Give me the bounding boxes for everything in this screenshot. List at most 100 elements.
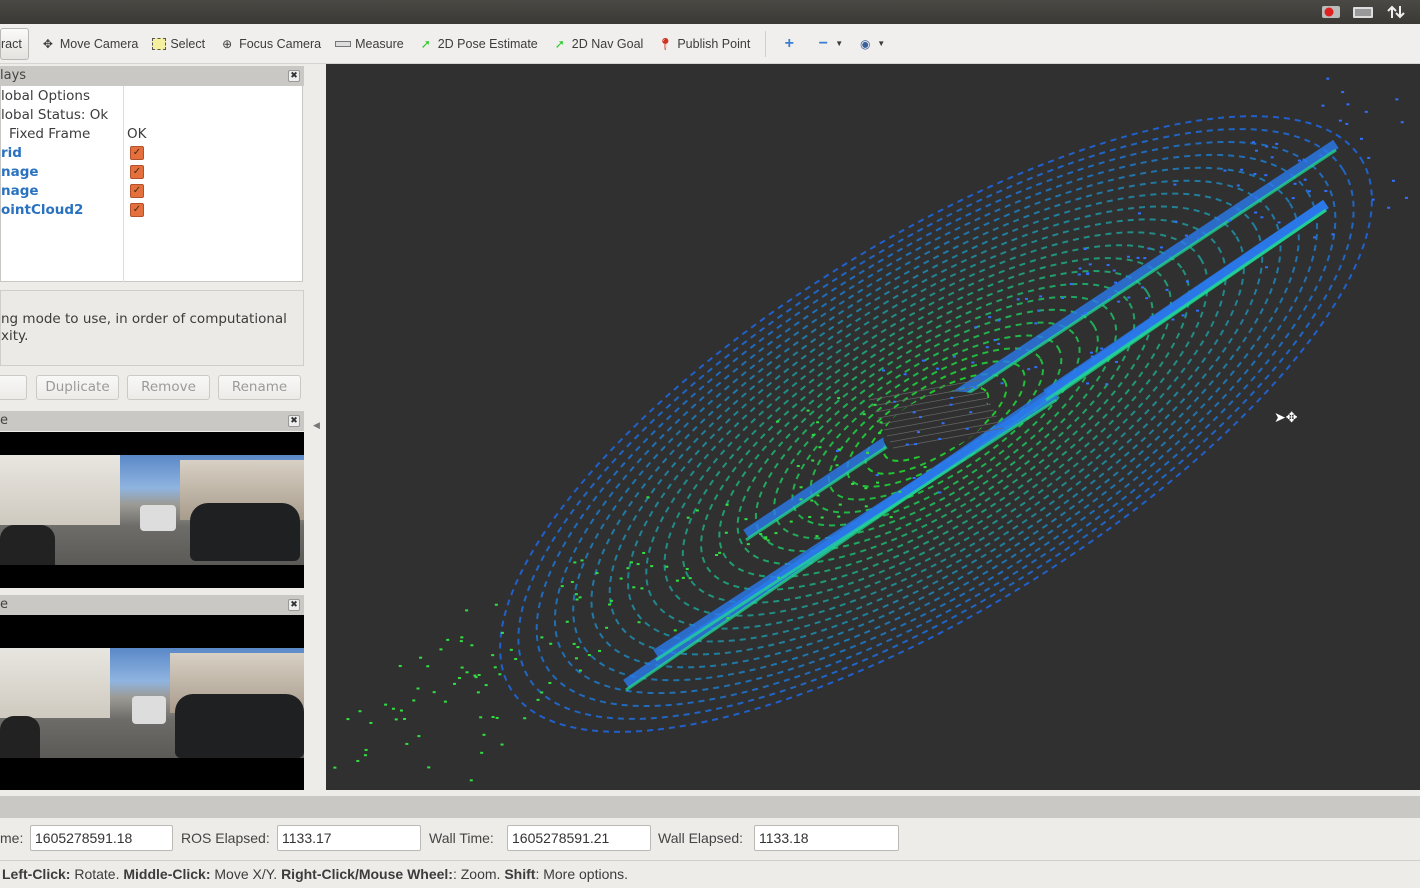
tree-item-fixed-frame[interactable]: Fixed Frame OK bbox=[9, 125, 309, 144]
tool-measure[interactable]: Measure bbox=[328, 28, 411, 60]
cloud-point bbox=[1404, 196, 1408, 199]
eye-icon: ◉ bbox=[859, 36, 871, 51]
add-tool-button[interactable]: + bbox=[774, 28, 808, 60]
wall-elapsed-field[interactable]: 1133.18 bbox=[754, 825, 899, 851]
cloud-point bbox=[1121, 343, 1125, 346]
cloud-point bbox=[1321, 104, 1325, 107]
network-arrows-icon[interactable] bbox=[1386, 4, 1408, 20]
checkbox[interactable]: ✓ bbox=[130, 184, 144, 198]
ros-elapsed-field[interactable]: 1133.17 bbox=[277, 825, 421, 851]
cloud-point bbox=[1149, 316, 1153, 319]
tree-label: nage bbox=[1, 164, 39, 180]
tree-item-grid[interactable]: rid bbox=[1, 144, 22, 163]
cloud-point bbox=[923, 466, 927, 469]
checkbox[interactable]: ✓ bbox=[130, 146, 144, 160]
duplicate-button[interactable]: Duplicate bbox=[36, 375, 119, 400]
cloud-point bbox=[608, 603, 612, 606]
close-icon[interactable]: ✖ bbox=[288, 415, 300, 427]
tool-move-camera[interactable]: ✥ Move Camera bbox=[33, 28, 146, 60]
cloud-point bbox=[1171, 318, 1175, 321]
checkbox[interactable]: ✓ bbox=[130, 165, 144, 179]
cloud-point bbox=[973, 386, 977, 389]
cloud-point bbox=[1270, 156, 1274, 159]
collapse-splitter-arrow[interactable]: ◀ bbox=[313, 421, 320, 431]
tool-2d-pose-estimate[interactable]: ➚ 2D Pose Estimate bbox=[411, 28, 545, 60]
cloud-point bbox=[875, 474, 879, 477]
cloud-point bbox=[820, 516, 824, 519]
cloud-point bbox=[1185, 280, 1189, 283]
tree-item-global-status[interactable]: lobal Status: Ok bbox=[1, 106, 108, 125]
view-menu-button[interactable]: ◉ ▼ bbox=[850, 28, 892, 60]
cloud-point bbox=[1236, 184, 1240, 187]
ros-time-field[interactable]: 1605278591.18 bbox=[30, 825, 173, 851]
close-icon[interactable]: ✖ bbox=[288, 599, 300, 611]
tool-label: 2D Nav Goal bbox=[571, 36, 644, 51]
cloud-point bbox=[459, 640, 463, 643]
panel-title: e bbox=[0, 597, 8, 612]
keyboard-icon[interactable] bbox=[1352, 4, 1374, 20]
cloud-point bbox=[1147, 247, 1151, 250]
cloud-point bbox=[746, 543, 750, 546]
close-icon[interactable]: ✖ bbox=[288, 70, 300, 82]
cloud-point bbox=[1371, 198, 1375, 201]
cloud-wall-edge bbox=[745, 148, 1337, 542]
cloud-point bbox=[837, 397, 841, 400]
cloud-point bbox=[837, 515, 841, 518]
tree-item-image[interactable]: nage bbox=[1, 182, 39, 201]
cloud-point bbox=[1165, 288, 1169, 291]
cloud-point bbox=[1196, 237, 1200, 240]
cloud-point bbox=[1069, 282, 1073, 285]
tool-publish-point[interactable]: 📍︎ Publish Point bbox=[650, 28, 757, 60]
cloud-point bbox=[477, 674, 481, 677]
plus-icon: + bbox=[784, 34, 794, 52]
cloud-point bbox=[1027, 368, 1031, 371]
cloud-point bbox=[974, 326, 978, 329]
hint-text: Rotate. bbox=[70, 866, 124, 882]
tree-item-image[interactable]: nage bbox=[1, 163, 39, 182]
cloud-point bbox=[333, 766, 337, 769]
cloud-point bbox=[494, 603, 498, 606]
time-panel-header bbox=[0, 796, 1420, 818]
record-icon[interactable] bbox=[1320, 4, 1342, 20]
wall-time-field[interactable]: 1605278591.21 bbox=[507, 825, 651, 851]
cloud-point bbox=[650, 565, 654, 568]
tree-item-pointcloud2[interactable]: ointCloud2 bbox=[1, 201, 83, 220]
tree-item-global-options[interactable]: lobal Options bbox=[1, 87, 90, 106]
cloud-point bbox=[587, 654, 591, 657]
cloud-point bbox=[476, 691, 480, 694]
checkbox[interactable]: ✓ bbox=[130, 203, 144, 217]
cloud-point bbox=[1228, 219, 1232, 222]
cloud-point bbox=[835, 449, 839, 452]
cloud-point bbox=[1345, 122, 1349, 125]
remove-button[interactable]: Remove bbox=[127, 375, 210, 400]
cloud-point bbox=[446, 638, 450, 641]
3d-viewport[interactable]: ➤✥ bbox=[326, 64, 1420, 790]
remove-tool-button[interactable]: − ▼ bbox=[808, 28, 850, 60]
cloud-point bbox=[576, 646, 580, 649]
field-value: 1605278591.21 bbox=[512, 830, 610, 846]
tool-interact[interactable]: ract bbox=[0, 27, 29, 60]
panel-title: lays bbox=[0, 68, 27, 83]
cloud-point bbox=[766, 539, 770, 542]
cloud-point bbox=[903, 373, 907, 376]
tool-focus-camera[interactable]: ⊕ Focus Camera bbox=[212, 28, 328, 60]
tree-label: Fixed Frame bbox=[9, 126, 91, 142]
cloud-point bbox=[993, 338, 997, 341]
cloud-point bbox=[1260, 216, 1264, 219]
cloud-point bbox=[443, 700, 447, 703]
hint-text: : Zoom. bbox=[452, 866, 505, 882]
field-value: 1133.18 bbox=[759, 830, 809, 846]
point-cloud bbox=[333, 77, 1408, 782]
cloud-point bbox=[626, 567, 630, 570]
rename-button[interactable]: Rename bbox=[218, 375, 301, 400]
tool-2d-nav-goal[interactable]: ➚ 2D Nav Goal bbox=[545, 28, 651, 60]
cloud-point bbox=[1145, 297, 1149, 300]
cloud-point bbox=[1117, 300, 1121, 303]
cloud-point bbox=[1112, 269, 1116, 272]
cloud-point bbox=[873, 403, 877, 406]
add-display-button[interactable] bbox=[0, 375, 27, 400]
cloud-point bbox=[851, 482, 855, 485]
cloud-point bbox=[949, 403, 953, 406]
tool-select[interactable]: Select bbox=[145, 28, 212, 60]
cloud-point bbox=[988, 316, 992, 319]
